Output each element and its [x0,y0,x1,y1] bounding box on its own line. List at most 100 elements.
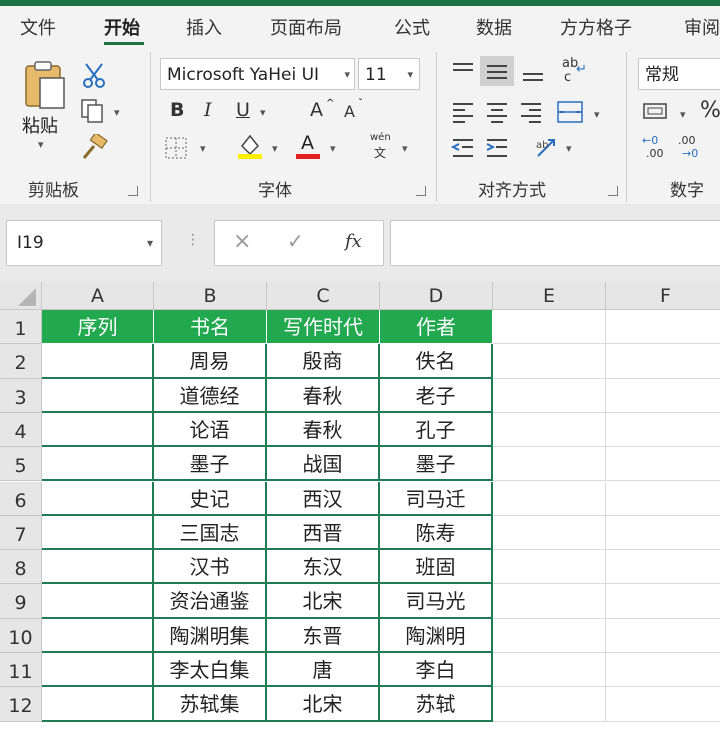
row-header-9[interactable]: 9 [0,584,42,619]
cell-b1[interactable]: 书名 [154,310,267,345]
chevron-down-icon[interactable]: ▾ [260,106,266,119]
paste-button[interactable]: 粘贴 ▾ [14,60,74,160]
dialog-launcher-icon[interactable] [416,186,426,196]
align-right-icon[interactable] [518,100,544,124]
grow-font-button[interactable]: A [310,100,323,120]
cell-a7[interactable] [42,515,154,551]
cell-b3[interactable]: 道德经 [154,378,267,413]
cell-d12[interactable]: 苏轼 [380,687,493,722]
cell-d6[interactable]: 司马迁 [380,481,493,516]
align-bottom-icon[interactable] [520,62,546,84]
row-header-2[interactable]: 2 [0,344,42,379]
cell-a4[interactable] [42,412,154,448]
row-header-3[interactable]: 3 [0,378,42,413]
row-header-10[interactable]: 10 [0,618,42,653]
cell-e3[interactable] [493,378,606,413]
chevron-down-icon[interactable]: ▾ [272,142,278,155]
column-header-b[interactable]: B [154,282,267,310]
cell-c3[interactable]: 春秋 [267,378,380,413]
cell-c1[interactable]: 写作时代 [267,310,380,345]
cell-d8[interactable]: 班固 [380,550,493,585]
tab-file[interactable]: 文件 [20,14,56,40]
align-center-icon[interactable] [484,100,510,124]
cell-b9[interactable]: 资治通鉴 [154,584,267,619]
cell-e2[interactable] [493,344,606,379]
cell-b7[interactable]: 三国志 [154,515,267,551]
cell-c7[interactable]: 西晋 [267,515,380,551]
cell-a3[interactable] [42,378,154,413]
row-header-7[interactable]: 7 [0,515,42,551]
dialog-launcher-icon[interactable] [128,186,138,196]
cell-b6[interactable]: 史记 [154,481,267,516]
chevron-down-icon[interactable]: ▾ [330,142,336,155]
underline-button[interactable]: U [236,100,250,120]
enter-button[interactable]: ✓ [287,229,304,253]
decrease-decimal-button[interactable]: .00 →0 [678,134,708,164]
cell-b4[interactable]: 论语 [154,412,267,448]
shrink-font-button[interactable]: A [344,102,355,122]
cell-c9[interactable]: 北宋 [267,584,380,619]
decrease-indent-icon[interactable] [450,136,476,160]
cell-c10[interactable]: 东晋 [267,618,380,653]
tab-data[interactable]: 数据 [476,14,512,40]
cell-e12[interactable] [493,687,606,722]
cell-a12[interactable] [42,687,154,722]
bold-button[interactable]: B [170,100,184,120]
cell-c2[interactable]: 殷商 [267,344,380,379]
cell-d5[interactable]: 墨子 [380,447,493,482]
cell-d2[interactable]: 佚名 [380,344,493,379]
tab-home[interactable]: 开始 [104,14,140,40]
percent-button[interactable]: % [700,98,720,123]
increase-decimal-button[interactable]: ←0 .00 [642,134,672,164]
cell-a11[interactable] [42,653,154,688]
cell-c6[interactable]: 西汉 [267,481,380,516]
row-header-8[interactable]: 8 [0,550,42,585]
column-header-e[interactable]: E [493,282,606,310]
increase-indent-icon[interactable] [484,136,510,160]
cell-f5[interactable] [606,447,720,482]
cell-d3[interactable]: 老子 [380,378,493,413]
cell-f1[interactable] [606,310,720,345]
column-header-f[interactable]: F [606,282,720,310]
select-all-button[interactable] [0,282,42,310]
cell-d10[interactable]: 陶渊明 [380,618,493,653]
cell-a8[interactable] [42,550,154,585]
font-color-button[interactable]: A [296,132,322,160]
cell-c11[interactable]: 唐 [267,653,380,688]
row-header-5[interactable]: 5 [0,447,42,482]
formula-input[interactable] [390,220,720,266]
tab-page-layout[interactable]: 页面布局 [270,14,342,40]
cell-e5[interactable] [493,447,606,482]
cell-a5[interactable] [42,447,154,482]
cell-f7[interactable] [606,516,720,551]
row-header-11[interactable]: 11 [0,653,42,688]
cell-f3[interactable] [606,379,720,413]
number-format-select[interactable]: 常规 [638,58,720,90]
accounting-format-icon[interactable] [642,100,670,124]
name-box[interactable]: I19 ▾ [6,220,162,266]
align-top-icon[interactable] [450,60,476,82]
cell-d9[interactable]: 司马光 [380,584,493,619]
tab-formulas[interactable]: 公式 [394,14,430,40]
row-header-1[interactable]: 1 [0,310,42,345]
merge-center-icon[interactable] [556,100,584,124]
cell-a9[interactable] [42,584,154,619]
insert-function-button[interactable]: fx [345,231,362,252]
cell-f9[interactable] [606,584,720,619]
cell-e6[interactable] [493,481,606,516]
tab-review[interactable]: 审阅 [684,14,720,40]
cell-e8[interactable] [493,550,606,585]
cell-f2[interactable] [606,344,720,379]
copy-icon[interactable] [80,98,106,124]
cell-e10[interactable] [493,618,606,653]
cell-e7[interactable] [493,515,606,551]
cell-b11[interactable]: 李太白集 [154,653,267,688]
cell-e9[interactable] [493,584,606,619]
cell-b10[interactable]: 陶渊明集 [154,618,267,653]
cell-c4[interactable]: 春秋 [267,412,380,448]
cell-c5[interactable]: 战国 [267,447,380,482]
phonetic-guide-button[interactable]: wén 文 [366,132,396,162]
cell-f4[interactable] [606,413,720,448]
cell-a6[interactable] [42,481,154,516]
cell-a2[interactable] [42,344,154,379]
